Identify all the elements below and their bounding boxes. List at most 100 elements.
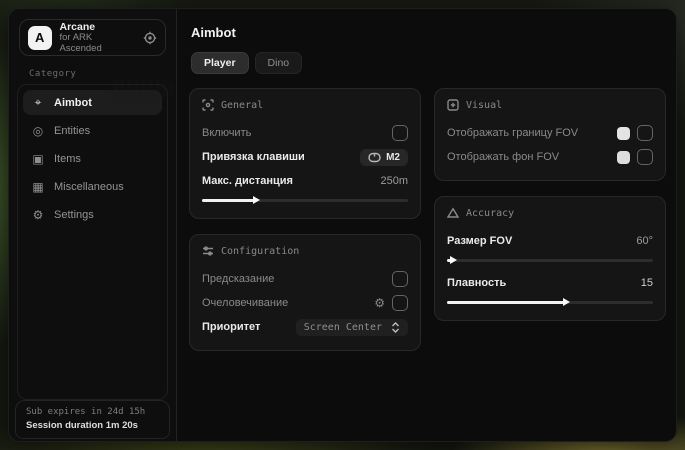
triangle-icon xyxy=(447,207,459,219)
package-icon: ▣ xyxy=(31,152,45,166)
mouse-icon xyxy=(368,152,381,163)
brand-logo: A xyxy=(28,26,52,50)
right-column: Visual Отображать границу FOV Отображать… xyxy=(434,88,666,321)
humanize-checkbox[interactable] xyxy=(392,295,408,311)
card-title: Visual xyxy=(466,100,502,111)
grid-icon: ▦ xyxy=(31,180,45,194)
fov-size-slider[interactable] xyxy=(447,259,653,262)
fov-border-color-swatch[interactable] xyxy=(617,127,630,140)
prediction-row: Предсказание xyxy=(202,268,408,290)
smoothness-slider[interactable] xyxy=(447,301,653,304)
main-content: Aimbot Player Dino General Включи xyxy=(177,9,677,441)
accuracy-card-header: Accuracy xyxy=(447,207,653,219)
chevrons-up-down-icon xyxy=(391,322,400,333)
smoothness-row: Плавность 15 xyxy=(447,272,653,294)
app-window: A Arcane for ARK Ascended Category ⌖ Aim… xyxy=(8,8,677,442)
tab-bar: Player Dino xyxy=(191,52,666,74)
brand-card: A Arcane for ARK Ascended xyxy=(19,19,166,56)
card-title: Accuracy xyxy=(466,208,514,219)
sidebar-item-items[interactable]: ▣ Items xyxy=(23,146,162,171)
fov-border-row: Отображать границу FOV xyxy=(447,122,653,144)
card-title: Configuration xyxy=(221,246,299,257)
fov-size-slider-handle[interactable] xyxy=(450,256,457,264)
visual-card-header: Visual xyxy=(447,99,653,111)
category-label: Category xyxy=(29,69,176,79)
distance-row: Макс. дистанция 250m xyxy=(202,170,408,192)
session-duration-text: Session duration 1m 20s xyxy=(26,420,159,431)
scan-icon: ◎ xyxy=(31,124,45,138)
fov-size-row: Размер FOV 60° xyxy=(447,230,653,252)
distance-value: 250m xyxy=(380,175,408,187)
fov-bg-color-swatch[interactable] xyxy=(617,151,630,164)
sidebar-item-entities[interactable]: ◎ Entities xyxy=(23,118,162,143)
keybind-label: Привязка клавиши xyxy=(202,151,305,163)
smoothness-slider-fill xyxy=(447,301,564,304)
distance-label: Макс. дистанция xyxy=(202,175,293,187)
brand-tagline: for ARK Ascended xyxy=(60,33,136,55)
priority-row: Приоритет Screen Center xyxy=(202,316,408,338)
sidebar: A Arcane for ARK Ascended Category ⌖ Aim… xyxy=(9,9,177,441)
sidebar-item-label: Entities xyxy=(54,125,90,137)
scan-person-icon xyxy=(202,99,214,111)
distance-slider-fill xyxy=(202,199,254,202)
brand-name: Arcane xyxy=(60,21,136,33)
smoothness-value: 15 xyxy=(641,277,653,289)
gear-icon: ⚙ xyxy=(31,208,45,222)
left-column: General Включить Привязка клавиши xyxy=(189,88,421,351)
fov-bg-row: Отображать фон FOV xyxy=(447,146,653,168)
sidebar-item-settings[interactable]: ⚙ Settings xyxy=(23,202,162,227)
fov-border-checkbox[interactable] xyxy=(637,125,653,141)
fov-border-label: Отображать границу FOV xyxy=(447,127,578,139)
keybind-value: M2 xyxy=(386,152,400,163)
sidebar-item-label: Settings xyxy=(54,209,94,221)
fov-bg-checkbox[interactable] xyxy=(637,149,653,165)
configuration-card-header: Configuration xyxy=(202,245,408,257)
card-columns: General Включить Привязка клавиши xyxy=(189,88,666,351)
watermark-artifact xyxy=(114,80,172,98)
enable-label: Включить xyxy=(202,127,251,139)
prediction-checkbox[interactable] xyxy=(392,271,408,287)
humanize-controls: ⚙ xyxy=(374,295,408,311)
sidebar-nav: ⌖ Aimbot ◎ Entities ▣ Items ▦ Miscellane… xyxy=(17,84,168,400)
smoothness-slider-handle[interactable] xyxy=(563,298,570,306)
sliders-icon xyxy=(202,245,214,257)
priority-label: Приоритет xyxy=(202,321,260,333)
enable-row: Включить xyxy=(202,122,408,144)
page-title: Aimbot xyxy=(191,25,666,40)
card-title: General xyxy=(221,100,263,111)
general-card: General Включить Привязка клавиши xyxy=(189,88,421,219)
tab-dino[interactable]: Dino xyxy=(255,52,303,74)
humanize-row: Очеловечивание ⚙ xyxy=(202,292,408,314)
priority-select[interactable]: Screen Center xyxy=(296,319,408,336)
brand-text: Arcane for ARK Ascended xyxy=(60,21,136,55)
sidebar-item-label: Aimbot xyxy=(54,97,92,109)
distance-slider[interactable] xyxy=(202,199,408,202)
general-card-header: General xyxy=(202,99,408,111)
fov-bg-controls xyxy=(617,149,653,165)
target-icon[interactable] xyxy=(143,31,157,45)
sidebar-item-label: Items xyxy=(54,153,81,165)
accuracy-card: Accuracy Размер FOV 60° Плавность 15 xyxy=(434,196,666,321)
visual-card: Visual Отображать границу FOV Отображать… xyxy=(434,88,666,181)
sidebar-item-miscellaneous[interactable]: ▦ Miscellaneous xyxy=(23,174,162,199)
distance-slider-handle[interactable] xyxy=(253,196,260,204)
keybind-button[interactable]: M2 xyxy=(360,149,408,166)
keybind-row: Привязка клавиши M2 xyxy=(202,146,408,168)
sub-expires-text: Sub expires in 24d 15h xyxy=(26,407,159,417)
humanize-label: Очеловечивание xyxy=(202,297,288,309)
fov-size-slider-fill xyxy=(447,259,451,262)
gear-icon[interactable]: ⚙ xyxy=(374,296,385,310)
prediction-label: Предсказание xyxy=(202,273,274,285)
fov-bg-label: Отображать фон FOV xyxy=(447,151,559,163)
fov-border-controls xyxy=(617,125,653,141)
configuration-card: Configuration Предсказание Очеловечивани… xyxy=(189,234,421,351)
smoothness-label: Плавность xyxy=(447,277,506,289)
subscription-footer: Sub expires in 24d 15h Session duration … xyxy=(15,400,170,439)
enable-checkbox[interactable] xyxy=(392,125,408,141)
priority-value: Screen Center xyxy=(304,322,382,333)
fov-size-label: Размер FOV xyxy=(447,235,512,247)
fov-size-value: 60° xyxy=(636,235,653,247)
sidebar-item-label: Miscellaneous xyxy=(54,181,124,193)
tab-player[interactable]: Player xyxy=(191,52,249,74)
frame-plus-icon xyxy=(447,99,459,111)
